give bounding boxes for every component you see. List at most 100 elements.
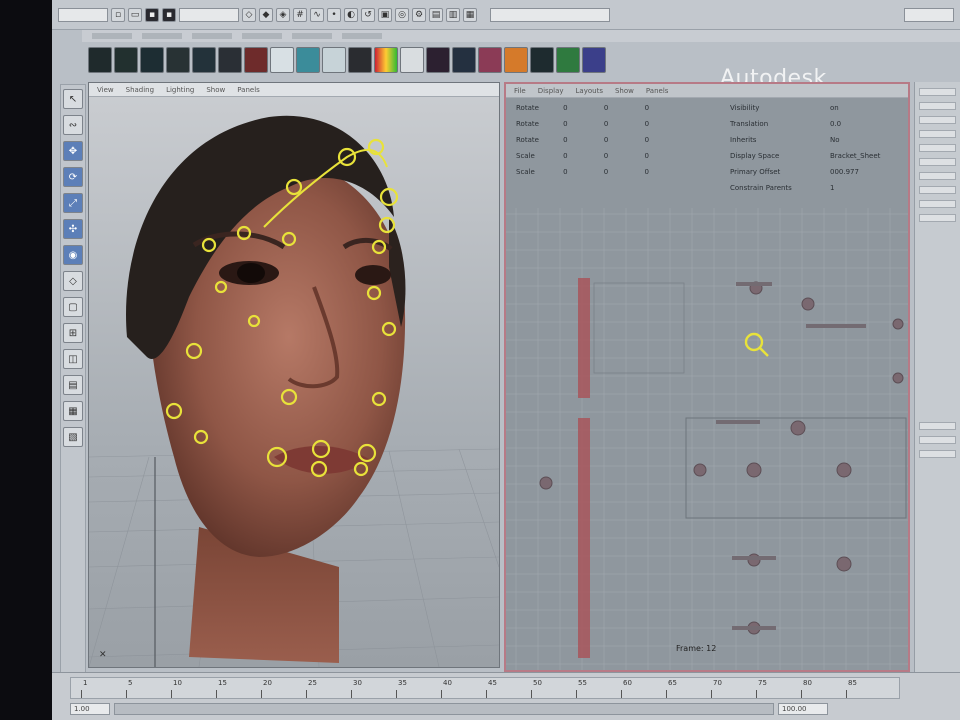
shelf-tab[interactable] [92,33,132,39]
viewport-menu-panels[interactable]: Panels [237,83,260,96]
channel-field[interactable] [919,214,956,222]
channel-field[interactable] [919,130,956,138]
time-slider[interactable]: 1 5 10 15 20 25 30 35 40 45 50 55 60 65 70 75 80 85 1.00 … [52,672,960,720]
snap-grid-icon[interactable]: # [293,7,307,22]
select-by-hierarchy-icon[interactable]: ◇ [242,7,256,22]
shelf-cluster-icon[interactable] [192,47,216,73]
perspective-viewport[interactable]: View Shading Lighting Show Panels ✕ [88,82,500,668]
shelf-bind-icon[interactable] [140,47,164,73]
viewport-menu-view[interactable]: View [97,83,114,96]
attr-value[interactable]: 0 [645,120,649,128]
channel-field[interactable] [919,88,956,96]
attr-value[interactable]: 0 [563,168,567,176]
graph-menu-panels[interactable]: Panels [646,84,669,97]
attr-value[interactable]: 0 [604,120,608,128]
select-tool-icon[interactable]: ↖ [63,89,83,109]
tool-settings-icon[interactable]: ▥ [446,7,460,22]
graph-menu-layouts[interactable]: Layouts [576,84,603,97]
attr-value[interactable]: 0 [563,136,567,144]
move-tool-icon[interactable]: ✥ [63,141,83,161]
graph-node[interactable] [801,297,815,311]
shelf-wire-icon[interactable] [296,47,320,73]
graph-pane-icon[interactable]: ▦ [63,401,83,421]
shelf-skin-icon[interactable] [166,47,190,73]
channel-field[interactable] [919,200,956,208]
attr-value[interactable]: 000.977 [830,168,859,176]
outliner-pane-icon[interactable]: ▤ [63,375,83,395]
channel-field[interactable] [919,144,956,152]
graph-node[interactable] [539,476,553,490]
channel-field[interactable] [919,422,956,430]
graph-node[interactable] [693,463,707,477]
graph-menu-show[interactable]: Show [615,84,634,97]
attribute-editor-icon[interactable]: ▤ [429,7,443,22]
soft-mod-tool-icon[interactable]: ◉ [63,245,83,265]
shelf-sculpt-icon[interactable] [322,47,346,73]
graph-menu-file[interactable]: File [514,84,526,97]
snap-point-icon[interactable]: • [327,7,341,22]
attr-value[interactable]: 0.0 [830,120,841,128]
save-scene-icon[interactable]: ▪ [145,7,159,22]
render-icon[interactable]: ▪ [162,7,176,22]
time-ruler[interactable]: 1 5 10 15 20 25 30 35 40 45 50 55 60 65 70 75 80 85 [70,677,900,699]
attr-value[interactable]: 0 [563,104,567,112]
shelf-tab[interactable] [292,33,332,39]
single-pane-icon[interactable]: ▢ [63,297,83,317]
last-tool-icon[interactable]: ◇ [63,271,83,291]
attr-value[interactable]: 0 [563,120,567,128]
face-graph-panel[interactable]: File Display Layouts Show Panels Rotate … [504,82,910,672]
graph-menu-display[interactable]: Display [538,84,564,97]
attr-value[interactable]: on [830,104,839,112]
attr-value[interactable]: 0 [604,104,608,112]
channel-field[interactable] [919,450,956,458]
channel-box[interactable] [914,82,960,672]
channel-field[interactable] [919,186,956,194]
shelf-flower-icon[interactable] [504,47,528,73]
shelf-recycle-icon[interactable] [556,47,580,73]
snap-view-icon[interactable]: ◐ [344,7,358,22]
render-globals-icon[interactable]: ⚙ [412,7,426,22]
graph-node[interactable] [746,462,762,478]
search-field[interactable] [904,7,954,22]
scale-tool-icon[interactable]: ⤢ [63,193,83,213]
shelf-wrap-icon[interactable] [270,47,294,73]
shelf-weights-icon[interactable] [400,47,424,73]
snap-curve-icon[interactable]: ∿ [310,7,324,22]
graph-node[interactable] [790,420,806,436]
attr-value[interactable]: 0 [604,136,608,144]
graph-node[interactable] [892,372,904,384]
graph-node[interactable] [892,318,904,330]
two-pane-icon[interactable]: ◫ [63,349,83,369]
graph-node[interactable] [836,462,852,478]
attr-value[interactable]: 0 [645,136,649,144]
shelf-swatch-icon[interactable] [582,47,606,73]
graph-canvas[interactable] [506,98,908,670]
attr-value[interactable]: 0 [604,168,608,176]
rotate-tool-icon[interactable]: ⟳ [63,167,83,187]
attr-value[interactable]: 1 [830,184,834,192]
attr-value[interactable]: 0 [604,152,608,160]
range-slider[interactable]: 1.00 100.00 [70,703,900,717]
viewport-canvas[interactable]: ✕ [89,97,499,667]
ipr-render-icon[interactable]: ◎ [395,7,409,22]
open-scene-icon[interactable]: ▭ [128,7,142,22]
shelf-settings-icon[interactable] [530,47,554,73]
shelf-lattice-icon[interactable] [218,47,242,73]
manipulator-tool-icon[interactable]: ✣ [63,219,83,239]
select-by-component-icon[interactable]: ◈ [276,7,290,22]
menu-set-selector[interactable] [58,7,108,22]
viewport-menu-show[interactable]: Show [206,83,225,96]
range-start-field[interactable]: 1.00 [70,703,110,715]
shelf-tabs[interactable] [82,30,960,42]
shelf-mirror-icon[interactable] [426,47,450,73]
shelf-tab[interactable] [192,33,232,39]
viewport-menu-lighting[interactable]: Lighting [166,83,194,96]
shelf-blend-icon[interactable] [244,47,268,73]
four-pane-icon[interactable]: ⊞ [63,323,83,343]
attr-value[interactable]: 0 [644,152,648,160]
command-line-input[interactable] [490,7,610,22]
shelf-ik-icon[interactable] [114,47,138,73]
range-bar[interactable] [114,703,774,715]
new-scene-icon[interactable]: ▫ [111,7,125,22]
select-by-object-icon[interactable]: ◆ [259,7,273,22]
